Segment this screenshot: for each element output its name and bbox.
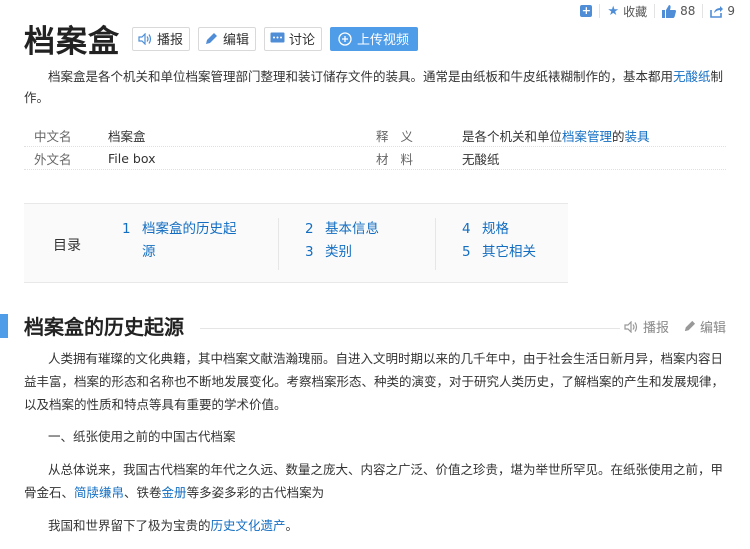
toc-item-1-wrap[interactable]: 源 [122, 241, 270, 264]
meaning-text: 是各个机关和单位 [462, 128, 563, 144]
body-paragraph-4: 我国和世界留下了极为宝贵的历史文化遗产。 [24, 514, 726, 537]
bamboo-silk-link[interactable]: 简牍缣帛 [74, 485, 124, 500]
like-button[interactable]: 88 [654, 4, 702, 18]
plus-icon: + [580, 4, 593, 17]
title-row: 档案盒 播报 编辑 讨论 上传视频 [24, 16, 419, 61]
toc-text: 档案盒的历史起 [142, 221, 237, 237]
toc-text: 基本信息 [325, 221, 379, 237]
value-chinese-name: 档案盒 [108, 128, 146, 144]
thumbs-up-icon [662, 4, 677, 18]
share-icon [710, 5, 724, 18]
share-count: 9 [727, 4, 735, 18]
toc-num: 2 [305, 221, 314, 237]
page-title: 档案盒 [24, 24, 120, 60]
section-tools: 播报 编辑 [624, 317, 726, 336]
toc-text: 其它相关 [482, 244, 536, 260]
toc-num: 4 [462, 221, 471, 237]
upload-label: 上传视频 [357, 33, 410, 48]
cultural-heritage-link[interactable]: 历史文化遗产 [211, 518, 286, 533]
toc-text: 类别 [325, 244, 352, 260]
like-count: 88 [680, 4, 696, 18]
table-of-contents: 目录 1 档案盒的历史起 源 2 基本信息 3 类别 4 规格 5 其它相关 [24, 203, 568, 283]
play-button[interactable]: 播报 [132, 26, 191, 51]
body-paragraph-1: 人类拥有璀璨的文化典籍，其中档案文献浩瀚瑰丽。自进入文明时期以来的几千年中，由于… [24, 351, 725, 412]
section-play-label: 播报 [642, 321, 669, 336]
basic-info-row: 外文名 File box 材料 无酸纸 [24, 147, 726, 170]
section-title: 档案盒的历史起源 [24, 311, 192, 340]
archive-management-link[interactable]: 档案管理 [562, 129, 612, 144]
toc-item-4[interactable]: 4 规格 [460, 218, 565, 241]
p3-text-c: 等多姿多彩的古代档案为 [186, 485, 325, 500]
pencil-icon [684, 320, 696, 332]
edit-label: 编辑 [223, 33, 250, 48]
upload-video-button[interactable]: 上传视频 [330, 26, 419, 51]
section-header: 档案盒的历史起源 播报 编辑 [0, 311, 726, 341]
label-meaning: 释义 [376, 128, 426, 144]
toc-num: 5 [462, 244, 471, 260]
summary-paragraph: 档案盒是各个机关和单位档案管理部门整理和装订储存文件的装具。通常是由纸板和牛皮纸… [24, 66, 724, 108]
meaning-mid: 的 [612, 128, 625, 144]
collect-label: 收藏 [623, 4, 648, 19]
p4-text-b: 。 [285, 518, 299, 533]
equipment-link[interactable]: 装具 [625, 129, 650, 144]
basic-info-row: 中文名 档案盒 释义 是各个机关和单位档案管理的装具 [24, 124, 726, 147]
acid-free-paper-link[interactable]: 无酸纸 [673, 69, 711, 84]
value-material: 无酸纸 [462, 151, 500, 167]
section-divider [200, 328, 620, 329]
value-meaning: 是各个机关和单位档案管理的装具 [462, 126, 650, 145]
label-chinese-name: 中文名 [34, 128, 72, 144]
toc-text: 规格 [482, 221, 509, 237]
pencil-icon [203, 32, 219, 46]
toc-num: 1 [122, 221, 131, 237]
star-icon: ★ [607, 3, 620, 19]
summary-text: 档案盒是各个机关和单位档案管理部门整理和装订储存文件的装具。通常是由纸板和牛皮纸… [48, 69, 674, 84]
chat-icon [269, 32, 285, 46]
toc-num: 3 [305, 244, 314, 260]
plus-circle-icon [337, 31, 353, 46]
toc-item-5[interactable]: 5 其它相关 [460, 241, 565, 264]
p4-text-a: 我国和世界留下了极为宝贵的 [48, 518, 211, 533]
share-button[interactable]: 9 [702, 4, 742, 18]
value-foreign-name: File box [108, 150, 156, 166]
discuss-label: 讨论 [289, 33, 316, 48]
gold-book-link[interactable]: 金册 [162, 485, 187, 500]
edit-button[interactable]: 编辑 [198, 26, 257, 51]
speaker-icon [624, 320, 638, 333]
discuss-button[interactable]: 讨论 [264, 26, 323, 51]
label-material: 材料 [376, 151, 426, 167]
section-edit-button[interactable]: 编辑 [683, 317, 726, 336]
toc-column-3: 4 规格 5 其它相关 [435, 218, 565, 270]
body-paragraph-3: 从总体说来，我国古代档案的年代之久远、数量之庞大、内容之广泛、价值之珍贵，堪为举… [24, 458, 726, 504]
label-foreign-name: 外文名 [34, 151, 72, 167]
speaker-icon [137, 32, 153, 46]
basic-info-table: 中文名 档案盒 释义 是各个机关和单位档案管理的装具 外文名 File box … [24, 124, 726, 170]
toc-label: 目录 [53, 238, 81, 254]
top-action-bar: + ★ 收藏 88 9 [573, 2, 742, 20]
p3-text-b: 、铁卷 [124, 485, 162, 500]
toc-column-1: 1 档案盒的历史起 源 [122, 218, 270, 264]
add-button[interactable]: + [573, 4, 599, 18]
toc-item-2[interactable]: 2 基本信息 [303, 218, 418, 241]
section-accent-bar [0, 314, 8, 338]
toc-item-1[interactable]: 1 档案盒的历史起 [122, 218, 270, 241]
section-edit-label: 编辑 [699, 321, 726, 336]
toc-column-2: 2 基本信息 3 类别 [278, 218, 418, 270]
section-play-button[interactable]: 播报 [624, 317, 669, 336]
collect-button[interactable]: ★ 收藏 [599, 3, 654, 19]
toc-item-3[interactable]: 3 类别 [303, 241, 418, 264]
body-heading-1: 一、纸张使用之前的中国古代档案 [48, 429, 236, 444]
play-label: 播报 [157, 33, 184, 48]
